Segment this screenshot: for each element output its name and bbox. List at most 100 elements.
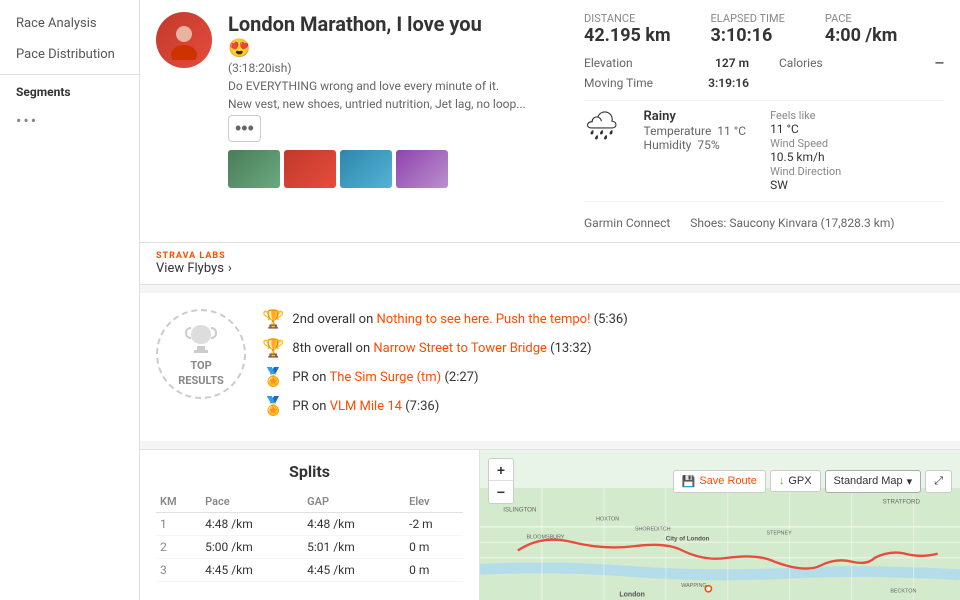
result-text-2: 8th overall on Narrow Street to Tower Br… xyxy=(292,341,591,356)
split-elev-1: -2 m xyxy=(405,513,463,536)
result-link-1[interactable]: Nothing to see here. Push the tempo! xyxy=(376,312,590,327)
calories-label: Calories xyxy=(779,56,823,70)
split-gap-2: 5:01 /km xyxy=(303,536,405,559)
svg-text:WAPPING: WAPPING xyxy=(681,583,706,589)
result-suffix-4: (7:36) xyxy=(405,399,439,414)
result-item-4: 🏅 PR on VLM Mile 14 (7:36) xyxy=(262,396,944,417)
result-prefix-3: PR on xyxy=(292,370,329,385)
split-km-2: 2 xyxy=(156,536,201,559)
wind-direction-value: SW xyxy=(770,178,788,192)
trophy-circle: TOP RESULTS xyxy=(156,309,246,399)
feels-like-col: Feels like 11 °C Wind Speed 10.5 km/h Wi… xyxy=(770,109,841,193)
elevation-value: 127 m xyxy=(715,56,749,70)
result-item-2: 🏆 8th overall on Narrow Street to Tower … xyxy=(262,338,944,359)
weather-right: Feels like 11 °C Wind Speed 10.5 km/h Wi… xyxy=(770,109,841,193)
result-link-3[interactable]: The Sim Surge (tm) xyxy=(329,370,441,385)
map-controls-right: 💾 Save Route ↓ GPX Standard Map ▾ ⤢ xyxy=(673,470,952,493)
svg-text:STEPNEY: STEPNEY xyxy=(766,531,792,537)
stat-calories-row: Calories — xyxy=(779,56,944,70)
medal-icon-2: 🏆 xyxy=(262,338,284,359)
stats-top-row: Distance 42.195 km Elapsed Time 3:10:16 … xyxy=(584,12,944,46)
flyby-link-text: View Flybys xyxy=(156,261,224,276)
top-results-section: TOP RESULTS 🏆 2nd overall on Nothing to … xyxy=(140,293,960,441)
col-elev: Elev xyxy=(405,491,463,513)
footer-stats: Garmin Connect Shoes: Saucony Kinvara (1… xyxy=(584,210,944,230)
col-pace: Pace xyxy=(201,491,303,513)
feels-like-label: Feels like xyxy=(770,109,841,122)
photo-1[interactable] xyxy=(228,150,280,188)
save-route-button[interactable]: 💾 Save Route xyxy=(673,470,766,493)
gpx-button[interactable]: ↓ GPX xyxy=(770,470,821,492)
flyby-link[interactable]: View Flybys › xyxy=(156,261,944,276)
table-row: 2 5:00 /km 5:01 /km 0 m xyxy=(156,536,463,559)
map-zoom-controls: + − xyxy=(488,458,514,504)
weather-block: 🌧 Rainy Temperature 11 °C Humidity 75% xyxy=(584,100,944,202)
split-km-1: 1 xyxy=(156,513,201,536)
result-prefix-4: PR on xyxy=(292,399,329,414)
wind-direction-label: Wind Direction xyxy=(770,165,841,178)
activity-photos xyxy=(228,150,568,188)
splits-panel: Splits KM Pace GAP Elev 1 4:48 /km xyxy=(140,450,480,600)
split-elev-3: 0 m xyxy=(405,559,463,582)
expand-map-button[interactable]: ⤢ xyxy=(925,470,952,493)
activity-time-badge: (3:18:20ish) xyxy=(228,61,568,75)
split-gap-1: 4:48 /km xyxy=(303,513,405,536)
flyby-chevron-icon: › xyxy=(228,261,232,276)
standard-map-label: Standard Map xyxy=(834,475,903,487)
zoom-out-button[interactable]: − xyxy=(489,481,513,503)
stat-moving-time-row: Moving Time 3:19:16 xyxy=(584,76,749,90)
sidebar-item-race-analysis[interactable]: Race Analysis xyxy=(0,8,139,39)
shoes-value: Saucony Kinvara (17,828.3 km) xyxy=(729,216,894,230)
svg-text:BLOOMSBURY: BLOOMSBURY xyxy=(526,534,564,540)
humidity-value: 75% xyxy=(697,138,719,152)
activity-title: London Marathon, I love you xyxy=(228,12,568,36)
flyby-label: STRAVA LABS xyxy=(156,251,944,261)
main-content: London Marathon, I love you 😍 (3:18:20is… xyxy=(140,0,960,600)
gpx-icon: ↓ xyxy=(779,475,785,487)
splits-title: Splits xyxy=(156,462,463,481)
activity-info: London Marathon, I love you 😍 (3:18:20is… xyxy=(228,12,568,188)
stats-grid: Elevation 127 m Calories — Moving Time 3… xyxy=(584,56,944,90)
photo-3[interactable] xyxy=(340,150,392,188)
zoom-in-button[interactable]: + xyxy=(489,459,513,481)
elapsed-time-label: Elapsed Time xyxy=(711,12,785,25)
photo-2[interactable] xyxy=(284,150,336,188)
result-suffix-3: (2:27) xyxy=(444,370,478,385)
table-row: 1 4:48 /km 4:48 /km -2 m xyxy=(156,513,463,536)
sidebar: Race Analysis Pace Distribution Segments… xyxy=(0,0,140,600)
svg-text:London: London xyxy=(619,591,644,598)
col-gap: GAP xyxy=(303,491,405,513)
weather-temperature: Temperature 11 °C xyxy=(644,124,747,138)
split-elev-2: 0 m xyxy=(405,536,463,559)
svg-text:ISLINGTON: ISLINGTON xyxy=(503,506,536,513)
flyby-section: STRAVA LABS View Flybys › xyxy=(140,243,960,285)
stat-distance: Distance 42.195 km xyxy=(584,12,671,46)
result-link-4[interactable]: VLM Mile 14 xyxy=(330,399,402,414)
result-text-3: PR on The Sim Surge (tm) (2:27) xyxy=(292,370,478,385)
result-link-2[interactable]: Narrow Street to Tower Bridge xyxy=(373,341,547,356)
svg-text:SHOREDITCH: SHOREDITCH xyxy=(635,527,671,533)
expand-icon: ⤢ xyxy=(934,475,943,488)
top-results-label: TOP RESULTS xyxy=(178,358,224,389)
map-panel[interactable]: ISLINGTON STRATFORD HOXTON SHOREDITCH BL… xyxy=(480,450,960,600)
photo-4[interactable] xyxy=(396,150,448,188)
sidebar-more-dots[interactable]: ••• xyxy=(0,103,139,138)
col-km: KM xyxy=(156,491,201,513)
activity-header: London Marathon, I love you 😍 (3:18:20is… xyxy=(140,0,960,243)
save-icon: 💾 xyxy=(682,475,696,488)
shoes-info: Shoes: Saucony Kinvara (17,828.3 km) xyxy=(690,216,894,230)
distance-label: Distance xyxy=(584,12,671,25)
svg-text:BECKTON: BECKTON xyxy=(890,589,916,595)
svg-text:HOXTON: HOXTON xyxy=(596,517,619,523)
weather-details: Rainy Temperature 11 °C Humidity 75% xyxy=(644,109,747,193)
stat-elapsed-time: Elapsed Time 3:10:16 xyxy=(711,12,785,46)
sidebar-item-pace-distribution[interactable]: Pace Distribution xyxy=(0,39,139,70)
stat-elevation-row: Elevation 127 m xyxy=(584,56,749,70)
result-text-1: 2nd overall on Nothing to see here. Push… xyxy=(292,312,627,327)
weather-condition: Rainy xyxy=(644,109,747,124)
elevation-label: Elevation xyxy=(584,56,633,70)
standard-map-button[interactable]: Standard Map ▾ xyxy=(825,470,922,493)
split-gap-3: 4:45 /km xyxy=(303,559,405,582)
temp-value: 11 °C xyxy=(717,124,746,138)
activity-more-button[interactable]: ••• xyxy=(228,115,261,142)
